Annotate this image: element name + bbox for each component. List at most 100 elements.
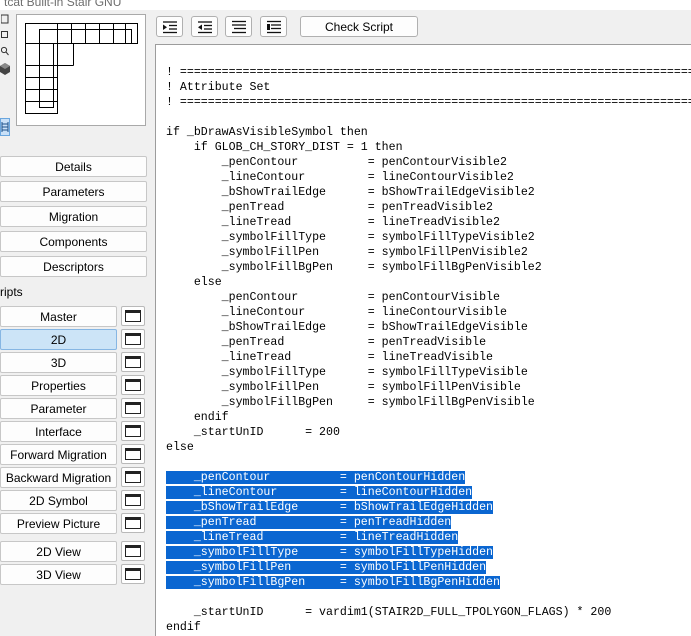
code-line[interactable]: _lineContour = lineContourVisible2 (166, 170, 691, 185)
window-icon (125, 568, 141, 580)
code-line[interactable]: _lineTread = lineTreadVisible2 (166, 215, 691, 230)
code-line[interactable]: _lineTread = lineTreadHidden (166, 530, 691, 545)
code-line[interactable]: _lineContour = lineContourVisible (166, 305, 691, 320)
open-interface-window-button[interactable] (121, 421, 145, 441)
code-line[interactable]: _symbolFillPen = symbolFillPenHidden (166, 560, 691, 575)
code-line[interactable]: _penContour = penContourVisible2 (166, 155, 691, 170)
code-line-text: _lineContour = lineContourHidden (166, 486, 473, 499)
open-3d-window-button[interactable] (121, 352, 145, 372)
window-icon (125, 310, 141, 322)
code-line[interactable]: endif (166, 410, 691, 425)
code-line-text: _bShowTrailEdge = bShowTrailEdgeVisible (166, 321, 528, 334)
script-code[interactable]: ! ======================================… (166, 65, 691, 635)
code-line[interactable]: _symbolFillType = symbolFillTypeHidden (166, 545, 691, 560)
open-preview-picture-window-button[interactable] (121, 513, 145, 533)
window-title: tcat Built-in Stair GNU (4, 0, 122, 9)
zoom-tool-icon[interactable] (0, 44, 10, 58)
comment-icon (232, 20, 246, 34)
code-line[interactable] (166, 455, 691, 470)
open-2d-symbol-window-button[interactable] (121, 490, 145, 510)
code-line[interactable]: _bShowTrailEdge = bShowTrailEdgeVisible2 (166, 185, 691, 200)
code-line[interactable]: _startUnID = vardim1(STAIR2D_FULL_TPOLYG… (166, 605, 691, 620)
code-line-text: endif (166, 411, 229, 424)
code-line-text: _lineContour = lineContourVisible2 (166, 171, 514, 184)
code-line[interactable]: _symbolFillType = symbolFillTypeVisible (166, 365, 691, 380)
3d-view-tool-icon[interactable] (0, 62, 10, 76)
open-2d-view-window-button[interactable] (121, 541, 145, 561)
code-line-text: _bShowTrailEdge = bShowTrailEdgeVisible2 (166, 186, 535, 199)
code-line-text: endif (166, 621, 201, 634)
window-icon (125, 494, 141, 506)
components-button[interactable]: Components (0, 231, 147, 252)
script-backward-migration-button[interactable]: Backward Migration (0, 467, 117, 488)
script-editor[interactable]: ! ======================================… (155, 44, 691, 636)
open-backward-migration-window-button[interactable] (121, 467, 145, 487)
code-line[interactable]: _lineContour = lineContourHidden (166, 485, 691, 500)
code-line[interactable]: _startUnID = 200 (166, 425, 691, 440)
details-button[interactable]: Details (0, 156, 147, 177)
script-interface-button[interactable]: Interface (0, 421, 117, 442)
code-line[interactable]: _bShowTrailEdge = bShowTrailEdgeVisible (166, 320, 691, 335)
code-line[interactable]: else (166, 275, 691, 290)
indent-icon (163, 21, 177, 34)
code-line[interactable]: _symbolFillBgPen = symbolFillBgPenVisibl… (166, 260, 691, 275)
code-line[interactable]: endif (166, 620, 691, 635)
open-3d-view-window-button[interactable] (121, 564, 145, 584)
code-line[interactable]: if _bDrawAsVisibleSymbol then (166, 125, 691, 140)
code-line-text: _penTread = penTreadHidden (166, 516, 452, 529)
script-forward-migration-button[interactable]: Forward Migration (0, 444, 117, 465)
code-line[interactable]: ! ======================================… (166, 95, 691, 110)
window-icon (125, 379, 141, 391)
code-line[interactable]: _penTread = penTreadHidden (166, 515, 691, 530)
indent-button[interactable] (156, 16, 183, 37)
code-line[interactable]: _penContour = penContourHidden (166, 470, 691, 485)
script-3d-button[interactable]: 3D (0, 352, 117, 373)
code-line-text: _symbolFillBgPen = symbolFillBgPenHidden (166, 576, 500, 589)
window-icon (125, 448, 141, 460)
code-line-text: _bShowTrailEdge = bShowTrailEdgeHidden (166, 501, 493, 514)
code-line[interactable]: _symbolFillBgPen = symbolFillBgPenHidden (166, 575, 691, 590)
parameters-button[interactable]: Parameters (0, 181, 147, 202)
script-master-button[interactable]: Master (0, 306, 117, 327)
code-line-text: _penTread = penTreadVisible2 (166, 201, 493, 214)
comment-button[interactable] (225, 16, 252, 37)
rect-tool-icon[interactable] (0, 28, 10, 42)
open-properties-window-button[interactable] (121, 375, 145, 395)
descriptors-button[interactable]: Descriptors (0, 256, 147, 277)
script-preview-picture-button[interactable]: Preview Picture (0, 513, 117, 534)
code-line[interactable]: ! Attribute Set (166, 80, 691, 95)
script-properties-button[interactable]: Properties (0, 375, 117, 396)
window-icon (125, 517, 141, 529)
check-script-button[interactable]: Check Script (300, 16, 418, 37)
code-line[interactable]: _lineTread = lineTreadVisible (166, 350, 691, 365)
code-line[interactable]: _symbolFillType = symbolFillTypeVisible2 (166, 230, 691, 245)
code-line[interactable]: _bShowTrailEdge = bShowTrailEdgeHidden (166, 500, 691, 515)
code-line[interactable]: _symbolFillBgPen = symbolFillBgPenVisibl… (166, 395, 691, 410)
select-tool-icon[interactable] (0, 12, 10, 26)
code-line[interactable]: _symbolFillPen = symbolFillPenVisible2 (166, 245, 691, 260)
2d-view-button[interactable]: 2D View (0, 541, 117, 562)
open-2d-window-button[interactable] (121, 329, 145, 349)
code-line[interactable]: _penTread = penTreadVisible (166, 335, 691, 350)
migration-button[interactable]: Migration (0, 206, 147, 227)
uncomment-button[interactable] (260, 16, 287, 37)
script-2d-button[interactable]: 2D (0, 329, 117, 350)
code-line[interactable]: ! ======================================… (166, 65, 691, 80)
open-parameter-window-button[interactable] (121, 398, 145, 418)
code-line[interactable] (166, 590, 691, 605)
code-line[interactable]: else (166, 440, 691, 455)
open-master-window-button[interactable] (121, 306, 145, 326)
code-line-text: _symbolFillType = symbolFillTypeHidden (166, 546, 493, 559)
code-line[interactable]: _symbolFillPen = symbolFillPenVisible (166, 380, 691, 395)
script-2d-symbol-button[interactable]: 2D Symbol (0, 490, 117, 511)
code-line[interactable]: _penContour = penContourVisible (166, 290, 691, 305)
code-line-text: _symbolFillPen = symbolFillPenVisible2 (166, 246, 528, 259)
script-parameter-button[interactable]: Parameter (0, 398, 117, 419)
stair-tool-icon[interactable] (0, 118, 10, 136)
code-line[interactable]: _penTread = penTreadVisible2 (166, 200, 691, 215)
3d-view-button[interactable]: 3D View (0, 564, 117, 585)
code-line[interactable]: if GLOB_CH_STORY_DIST = 1 then (166, 140, 691, 155)
open-forward-migration-window-button[interactable] (121, 444, 145, 464)
code-line[interactable] (166, 110, 691, 125)
outdent-button[interactable] (191, 16, 218, 37)
